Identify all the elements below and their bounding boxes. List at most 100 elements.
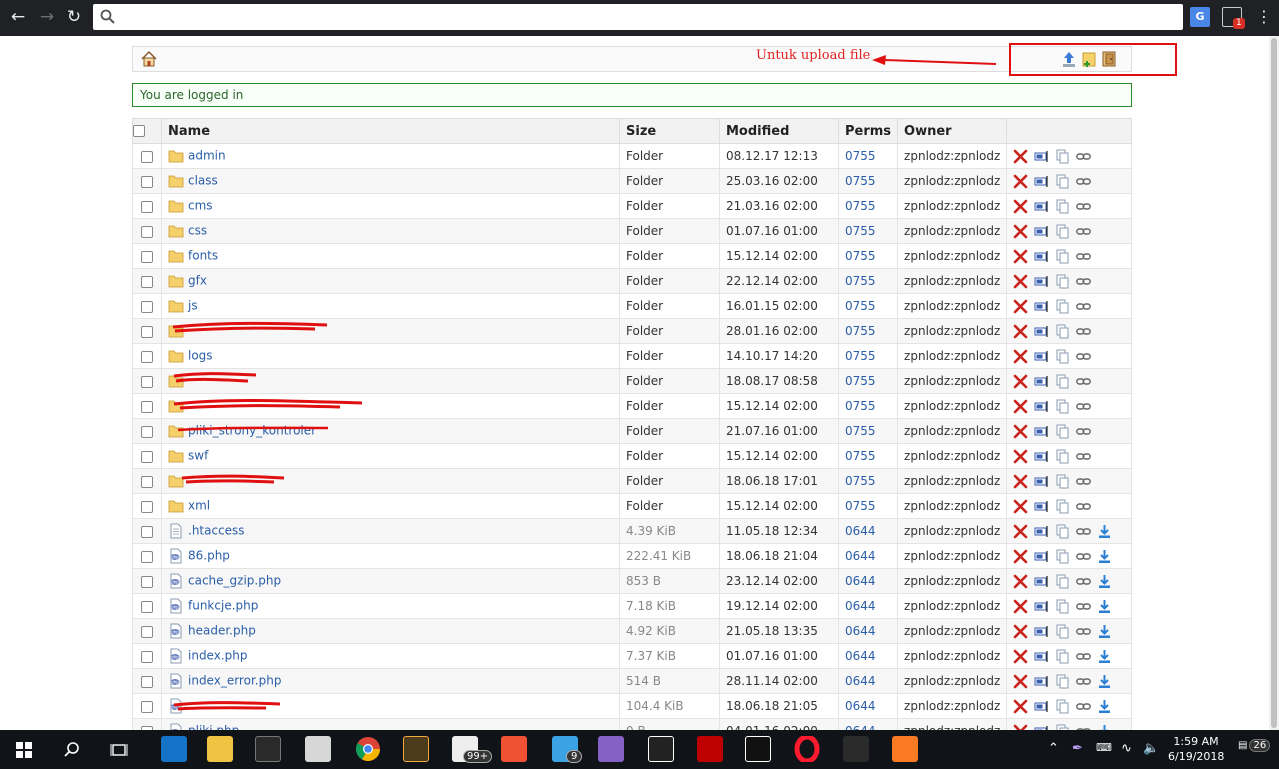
link-icon[interactable] [1076, 624, 1092, 639]
download-icon[interactable] [1097, 599, 1112, 614]
row-checkbox[interactable] [141, 400, 153, 413]
delete-icon[interactable] [1013, 474, 1028, 489]
delete-icon[interactable] [1013, 524, 1028, 539]
link-icon[interactable] [1076, 299, 1092, 314]
link-icon[interactable] [1076, 599, 1092, 614]
table-row[interactable]: Folder 15.12.14 02:00 0755 zpnlodz:zpnlodz [132, 393, 1132, 419]
table-row[interactable]: admin Folder 08.12.17 12:13 0755 zpnlodz:zpn… [132, 143, 1132, 169]
table-row[interactable]: php funkcje.php 7.18 KiB 19.12.14 02:00 0644… [132, 593, 1132, 619]
copy-icon[interactable] [1055, 449, 1070, 464]
table-row[interactable]: Folder 18.08.17 08:58 0755 zpnlodz:zpnlodz [132, 368, 1132, 394]
row-checkbox[interactable] [141, 575, 153, 588]
edge-icon[interactable] [161, 736, 187, 762]
page-scrollbar[interactable] [1269, 36, 1279, 730]
table-row[interactable]: pliki_strony_kontroler Folder 21.07.16 01:… [132, 418, 1132, 444]
opera-icon[interactable] [794, 736, 820, 762]
link-icon[interactable] [1076, 424, 1092, 439]
download-icon[interactable] [1097, 524, 1112, 539]
link-icon[interactable] [1076, 374, 1092, 389]
file-perms-link[interactable]: 0755 [845, 224, 876, 238]
file-name-link[interactable]: index.php [188, 649, 247, 663]
copy-icon[interactable] [1055, 199, 1070, 214]
rename-icon[interactable] [1034, 574, 1049, 589]
scrollbar-thumb[interactable] [1271, 38, 1277, 728]
volume-icon[interactable]: 🔈 [1143, 741, 1159, 756]
rename-icon[interactable] [1034, 299, 1049, 314]
rename-icon[interactable] [1034, 424, 1049, 439]
rename-icon[interactable] [1034, 524, 1049, 539]
select-all-checkbox[interactable] [133, 125, 145, 137]
delete-icon[interactable] [1013, 674, 1028, 689]
git-icon[interactable] [501, 736, 527, 762]
file-name-link[interactable]: logs [188, 349, 213, 363]
table-row[interactable]: css Folder 01.07.16 01:00 0755 zpnlodz:zpnlo… [132, 218, 1132, 244]
link-icon[interactable] [1076, 499, 1092, 514]
delete-icon[interactable] [1013, 499, 1028, 514]
row-checkbox[interactable] [141, 200, 153, 213]
link-icon[interactable] [1076, 699, 1092, 714]
rename-icon[interactable] [1034, 499, 1049, 514]
row-checkbox[interactable] [141, 375, 153, 388]
file-perms-link[interactable]: 0644 [845, 524, 876, 538]
delete-icon[interactable] [1013, 449, 1028, 464]
copy-icon[interactable] [1055, 274, 1070, 289]
row-checkbox[interactable] [141, 500, 153, 513]
delete-icon[interactable] [1013, 274, 1028, 289]
copy-icon[interactable] [1055, 349, 1070, 364]
link-icon[interactable] [1076, 649, 1092, 664]
link-icon[interactable] [1076, 199, 1092, 214]
delete-icon[interactable] [1013, 299, 1028, 314]
table-row[interactable]: php index.php 7.37 KiB 01.07.16 01:00 0644 zp… [132, 643, 1132, 669]
rename-icon[interactable] [1034, 249, 1049, 264]
table-row[interactable]: .htaccess 4.39 KiB 11.05.18 12:34 0644 zpnlo… [132, 518, 1132, 544]
rename-icon[interactable] [1034, 549, 1049, 564]
row-checkbox[interactable] [141, 650, 153, 663]
column-header-perms[interactable]: Perms [837, 118, 899, 144]
table-row[interactable]: logs Folder 14.10.17 14:20 0755 zpnlodz:zpnl… [132, 343, 1132, 369]
pen-tool-icon[interactable] [843, 736, 869, 762]
link-icon[interactable] [1076, 324, 1092, 339]
file-perms-link[interactable]: 0755 [845, 449, 876, 463]
rename-icon[interactable] [1034, 449, 1049, 464]
copy-icon[interactable] [1055, 599, 1070, 614]
rename-icon[interactable] [1034, 274, 1049, 289]
download-icon[interactable] [1097, 624, 1112, 639]
link-icon[interactable] [1076, 224, 1092, 239]
file-perms-link[interactable]: 0644 [845, 674, 876, 688]
file-perms-link[interactable]: 0644 [845, 549, 876, 563]
link-icon[interactable] [1076, 524, 1092, 539]
copy-icon[interactable] [1055, 174, 1070, 189]
copy-icon[interactable] [1055, 299, 1070, 314]
link-icon[interactable] [1076, 674, 1092, 689]
copy-icon[interactable] [1055, 374, 1070, 389]
search-icon[interactable] [63, 741, 81, 759]
file-name-link[interactable]: cms [188, 199, 213, 213]
table-row[interactable]: gfx Folder 22.12.14 02:00 0755 zpnlodz:zpnlo… [132, 268, 1132, 294]
link-icon[interactable] [1076, 549, 1092, 564]
file-name-link[interactable]: class [188, 174, 218, 188]
delete-icon[interactable] [1013, 649, 1028, 664]
sublime-text-icon[interactable] [403, 736, 429, 762]
file-perms-link[interactable]: 0755 [845, 274, 876, 288]
column-header-owner[interactable]: Owner [897, 118, 1008, 144]
copy-icon[interactable] [1055, 699, 1070, 714]
home-icon[interactable] [140, 50, 158, 68]
table-row[interactable]: php header.php 4.92 KiB 21.05.18 13:35 0644 z… [132, 618, 1132, 644]
file-name-link[interactable]: fonts [188, 249, 218, 263]
delete-icon[interactable] [1013, 624, 1028, 639]
link-icon[interactable] [1076, 449, 1092, 464]
address-bar[interactable] [93, 4, 1183, 30]
file-perms-link[interactable]: 0755 [845, 349, 876, 363]
file-name-link[interactable]: pliki_strony_kontroler [188, 424, 316, 438]
row-checkbox[interactable] [141, 300, 153, 313]
row-checkbox[interactable] [141, 150, 153, 163]
row-checkbox[interactable] [141, 700, 153, 713]
link-icon[interactable] [1076, 474, 1092, 489]
rename-icon[interactable] [1034, 174, 1049, 189]
delete-icon[interactable] [1013, 249, 1028, 264]
copy-icon[interactable] [1055, 674, 1070, 689]
row-checkbox[interactable] [141, 175, 153, 188]
chrome-icon[interactable] [355, 736, 381, 762]
file-name-link[interactable]: js [188, 299, 198, 313]
row-checkbox[interactable] [141, 450, 153, 463]
